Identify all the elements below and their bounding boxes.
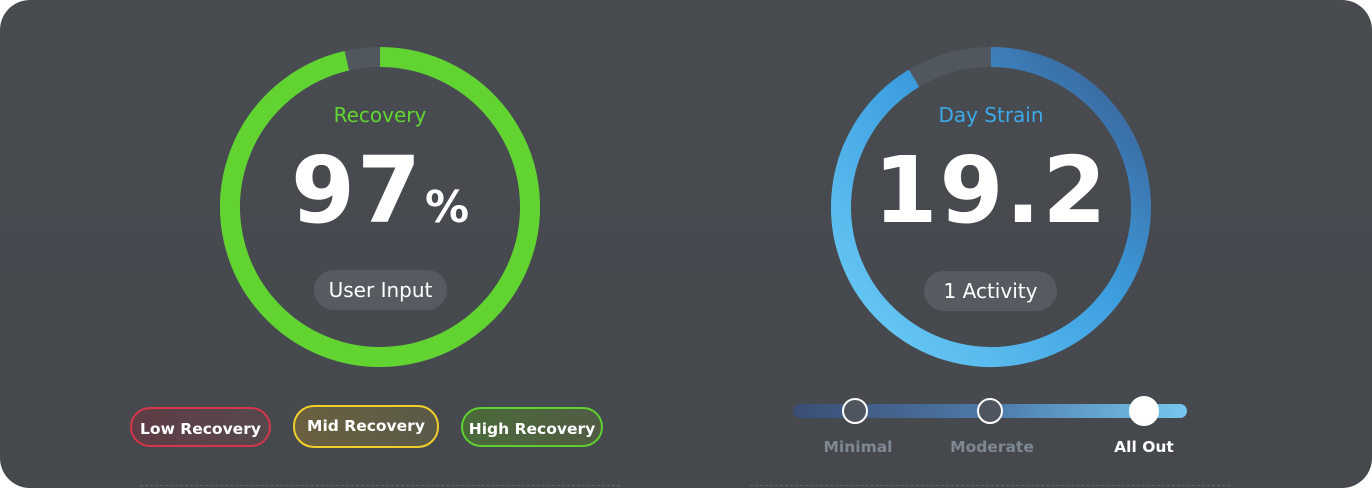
strain-scale-knob-minimal[interactable] <box>842 398 868 424</box>
strain-gauge[interactable]: Day Strain 19.2 <box>821 37 1161 377</box>
recovery-label: Recovery <box>333 103 427 127</box>
strain-activity-pill[interactable]: 1 Activity <box>924 271 1057 311</box>
strain-stop-minimal: Minimal <box>823 438 893 456</box>
strain-value: 19.2 <box>821 137 1161 244</box>
mid-recovery-button[interactable]: Mid Recovery <box>293 405 439 448</box>
strain-scale-knob-moderate[interactable] <box>977 398 1003 424</box>
bottom-divider-left <box>140 485 620 486</box>
low-recovery-button[interactable]: Low Recovery <box>130 407 271 447</box>
bottom-divider-right <box>750 485 1230 486</box>
strain-number: 19.2 <box>873 137 1109 244</box>
dashboard-card: Recovery 97% User Input Low Recovery Mid… <box>0 0 1372 488</box>
high-recovery-button[interactable]: High Recovery <box>461 407 603 447</box>
recovery-percent-unit: % <box>424 182 470 233</box>
recovery-value: 97% <box>210 137 550 244</box>
strain-stop-all-out: All Out <box>1114 438 1174 456</box>
strain-scale-knob-all-out[interactable] <box>1129 396 1159 426</box>
recovery-source-pill[interactable]: User Input <box>314 270 447 310</box>
strain-label: Day Strain <box>938 103 1044 127</box>
recovery-percent-number: 97 <box>290 137 423 244</box>
strain-stop-moderate: Moderate <box>950 438 1034 456</box>
recovery-gauge[interactable]: Recovery 97% <box>210 37 550 377</box>
